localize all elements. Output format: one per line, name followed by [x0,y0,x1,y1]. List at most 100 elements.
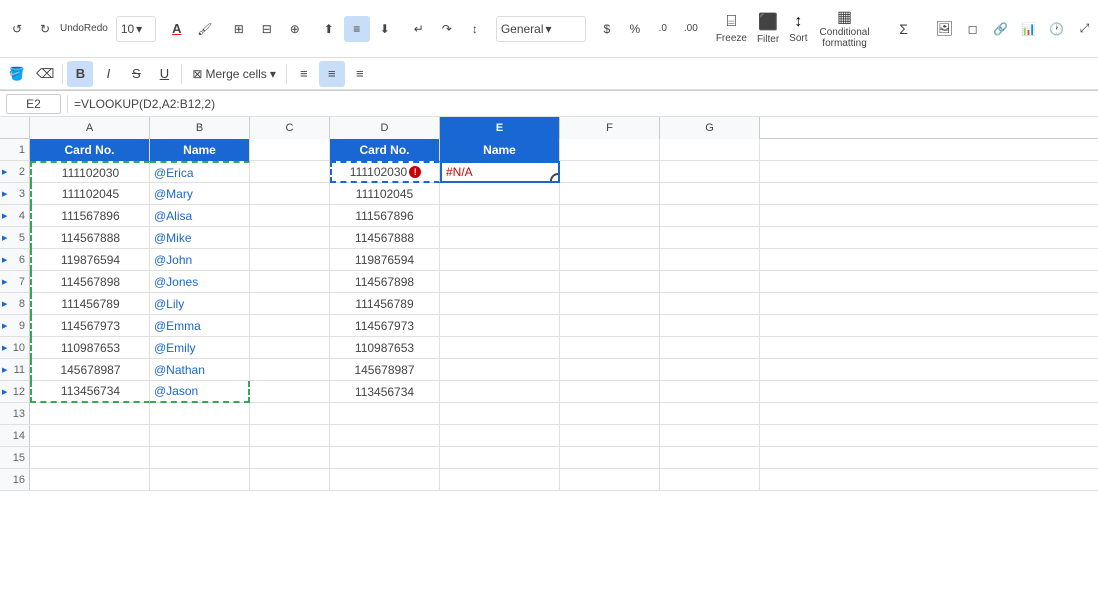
cell-F9[interactable] [560,315,660,337]
cell-A12[interactable]: 113456734 [30,381,150,403]
col-header-F[interactable]: F [560,117,660,139]
cell-B14[interactable] [150,425,250,447]
currency-button[interactable]: $ [594,16,620,42]
cell-E12[interactable] [440,381,560,403]
cell-D14[interactable] [330,425,440,447]
cell-C9[interactable] [250,315,330,337]
cell-A7[interactable]: 114567898 [30,271,150,293]
redo-button[interactable]: ↻ [32,16,58,42]
cell-D16[interactable] [330,469,440,491]
cell-F4[interactable] [560,205,660,227]
cell-B5[interactable]: @Mike [150,227,250,249]
clear-format-button[interactable]: ⌫ [32,61,58,87]
cell-D13[interactable] [330,403,440,425]
cell-E10[interactable] [440,337,560,359]
cell-D4[interactable]: 111567896 [330,205,440,227]
col-header-B[interactable]: B [150,117,250,139]
cell-E14[interactable] [440,425,560,447]
cell-A4[interactable]: 111567896 [30,205,150,227]
cell-B13[interactable] [150,403,250,425]
valign-mid-button[interactable]: ≡ [344,16,370,42]
cell-G11[interactable] [660,359,760,381]
cell-E5[interactable] [440,227,560,249]
cell-G12[interactable] [660,381,760,403]
cell-C10[interactable] [250,337,330,359]
cell-B3[interactable]: @Mary [150,183,250,205]
cell-E6[interactable] [440,249,560,271]
cell-A1[interactable]: Card No. [30,139,150,161]
cell-D12[interactable]: 113456734 [330,381,440,403]
cell-C14[interactable] [250,425,330,447]
cell-B11[interactable]: @Nathan [150,359,250,381]
image-button[interactable]: 🖼 [932,16,958,42]
cell-C3[interactable] [250,183,330,205]
cell-F10[interactable] [560,337,660,359]
cell-F3[interactable] [560,183,660,205]
cell-D9[interactable]: 114567973 [330,315,440,337]
cell-A3[interactable]: 111102045 [30,183,150,205]
cell-G4[interactable] [660,205,760,227]
wrap-button[interactable]: ↵ [406,16,432,42]
cell-C4[interactable] [250,205,330,227]
cell-A15[interactable] [30,447,150,469]
cell-A11[interactable]: 145678987 [30,359,150,381]
cell-G1[interactable] [660,139,760,161]
cell-A2[interactable]: 111102030 [30,161,150,183]
cell-D15[interactable] [330,447,440,469]
cell-E2[interactable]: #N/A [440,161,560,183]
cell-A6[interactable]: 119876594 [30,249,150,271]
underline-button[interactable]: U [151,61,177,87]
strikethrough-button[interactable]: S [123,61,149,87]
cell-G6[interactable] [660,249,760,271]
valign-top-button[interactable]: ⬆ [316,16,342,42]
cell-C8[interactable] [250,293,330,315]
cell-F6[interactable] [560,249,660,271]
sort-button[interactable]: ↕ Sort [785,4,811,54]
cell-C12[interactable] [250,381,330,403]
cell-G15[interactable] [660,447,760,469]
freeze-button[interactable]: ⌸ Freeze [712,4,751,54]
shapes-button[interactable]: ◻ [960,16,986,42]
cell-reference[interactable]: E2 [6,94,61,114]
cell-D7[interactable]: 114567898 [330,271,440,293]
cell-E7[interactable] [440,271,560,293]
cell-A8[interactable]: 111456789 [30,293,150,315]
cell-E9[interactable] [440,315,560,337]
cell-E1[interactable]: Name [440,139,560,161]
cell-F2[interactable] [560,161,660,183]
sum-button[interactable]: Σ [891,16,917,42]
col-header-D[interactable]: D [330,117,440,139]
cell-G16[interactable] [660,469,760,491]
cell-B8[interactable]: @Lily [150,293,250,315]
col-header-C[interactable]: C [250,117,330,139]
undo-button[interactable]: ↺ [4,16,30,42]
cell-B15[interactable] [150,447,250,469]
cell-F12[interactable] [560,381,660,403]
cell-D5[interactable]: 114567888 [330,227,440,249]
cell-G10[interactable] [660,337,760,359]
valign-bot-button[interactable]: ⬇ [372,16,398,42]
cell-C1[interactable] [250,139,330,161]
cell-G5[interactable] [660,227,760,249]
cell-G7[interactable] [660,271,760,293]
cell-C2[interactable] [250,161,330,183]
cell-F14[interactable] [560,425,660,447]
font-color-button[interactable]: A [164,16,190,42]
cell-F8[interactable] [560,293,660,315]
cell-E15[interactable] [440,447,560,469]
cell-A10[interactable]: 110987653 [30,337,150,359]
cell-G13[interactable] [660,403,760,425]
cell-D6[interactable]: 119876594 [330,249,440,271]
cell-B10[interactable]: @Emily [150,337,250,359]
merge-cells-button[interactable]: ⊠ Merge cells ▾ [186,61,281,87]
font-size-dropdown[interactable]: 10 ▾ [116,16,156,42]
cell-D10[interactable]: 110987653 [330,337,440,359]
filter-button[interactable]: ⬛ Filter [753,4,783,54]
paint-format-button[interactable]: 🪣 [4,61,30,87]
cell-A5[interactable]: 114567888 [30,227,150,249]
cell-F15[interactable] [560,447,660,469]
cell-E16[interactable] [440,469,560,491]
bold-button[interactable]: B [67,61,93,87]
align-center-button[interactable]: ≡ [319,61,345,87]
rotate-button[interactable]: ↷ [434,16,460,42]
